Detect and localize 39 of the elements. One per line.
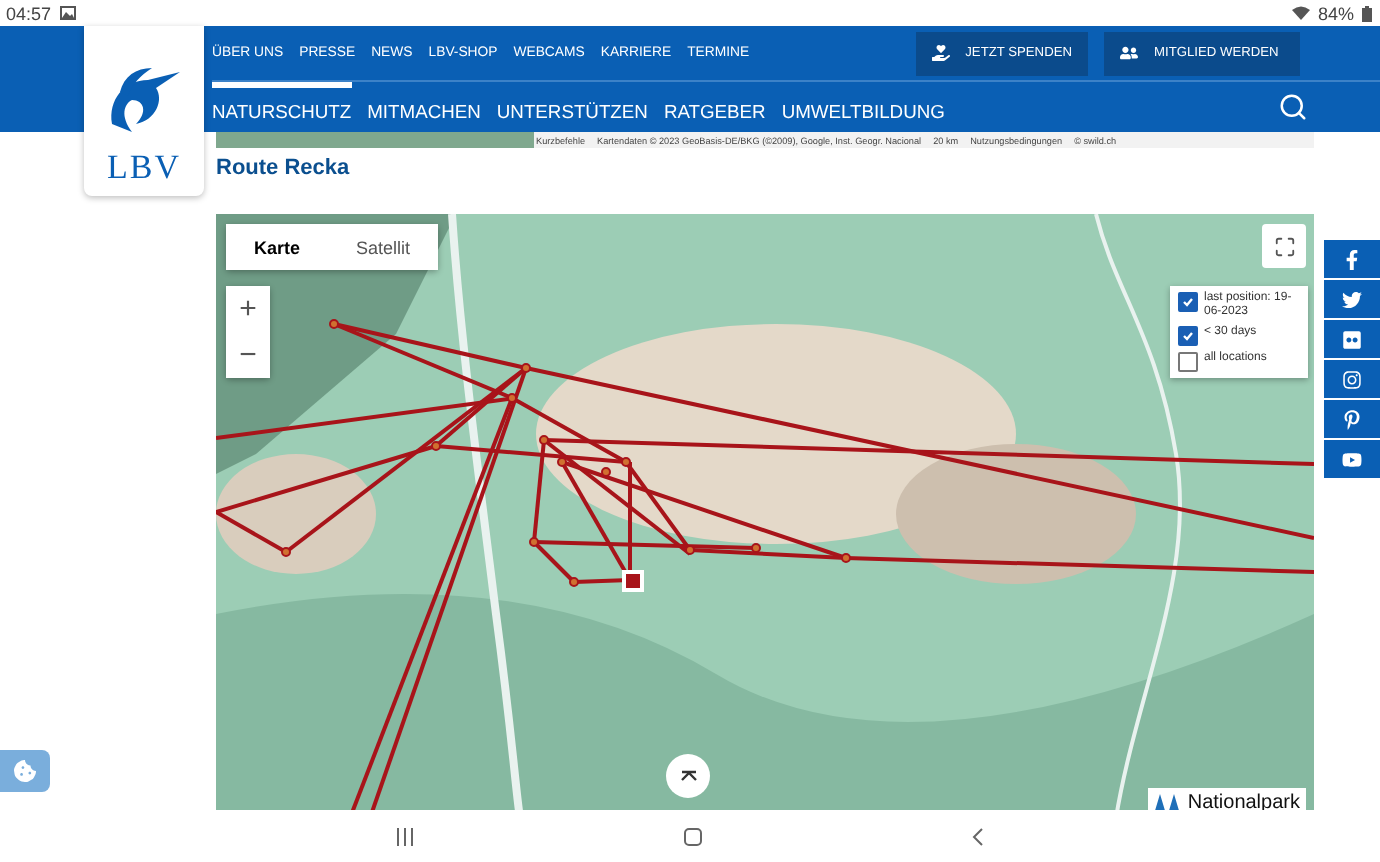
checkmark-icon: [1182, 330, 1194, 343]
checkbox[interactable]: [1178, 292, 1198, 312]
clock: 04:57: [6, 3, 52, 23]
battery-level: 84%: [1317, 3, 1354, 23]
main-nav-link[interactable]: UMWELTBILDUNG: [781, 82, 945, 132]
hand-heart-icon: [931, 44, 950, 62]
fullscreen-button[interactable]: [1262, 224, 1306, 268]
wifi-icon: [1291, 6, 1310, 20]
fullscreen-icon: [1273, 235, 1295, 257]
main-nav-link[interactable]: MITMACHEN: [367, 82, 481, 132]
map-type-button[interactable]: Satellit: [328, 224, 439, 270]
chevron-up-icon: [679, 770, 697, 782]
home-icon[interactable]: [684, 827, 702, 845]
logo-card[interactable]: LBV: [84, 26, 204, 196]
page-title: Route Recka: [216, 156, 352, 184]
twitter-icon[interactable]: [1324, 280, 1380, 318]
main-nav-link[interactable]: RATGEBER: [663, 82, 766, 132]
recent-apps-icon[interactable]: [396, 827, 414, 845]
pinterest-icon[interactable]: [1324, 400, 1380, 438]
people-icon: [1120, 44, 1138, 62]
map-type-button[interactable]: Karte: [226, 224, 329, 270]
logo-text: Nationalpark: [1187, 792, 1300, 814]
battery-icon: [1362, 5, 1372, 21]
instagram-icon[interactable]: [1324, 360, 1380, 398]
back-icon[interactable]: [972, 827, 984, 845]
search-icon[interactable]: [1278, 92, 1308, 122]
facebook-icon[interactable]: [1324, 240, 1380, 278]
zoom-out-button[interactable]: −: [226, 332, 270, 378]
image-icon: [59, 6, 76, 20]
checkbox[interactable]: [1178, 352, 1198, 373]
zoom-in-button[interactable]: +: [226, 286, 270, 332]
main-nav-link[interactable]: UNTERSTÜTZEN: [496, 82, 648, 132]
position-marker: [622, 570, 644, 592]
flickr-icon[interactable]: [1324, 320, 1380, 358]
checkbox[interactable]: [1178, 326, 1198, 347]
cookie-icon: [14, 760, 36, 782]
youtube-icon[interactable]: [1324, 440, 1380, 478]
logo-text: LBV: [107, 148, 181, 188]
checkmark-icon: [1182, 296, 1194, 308]
